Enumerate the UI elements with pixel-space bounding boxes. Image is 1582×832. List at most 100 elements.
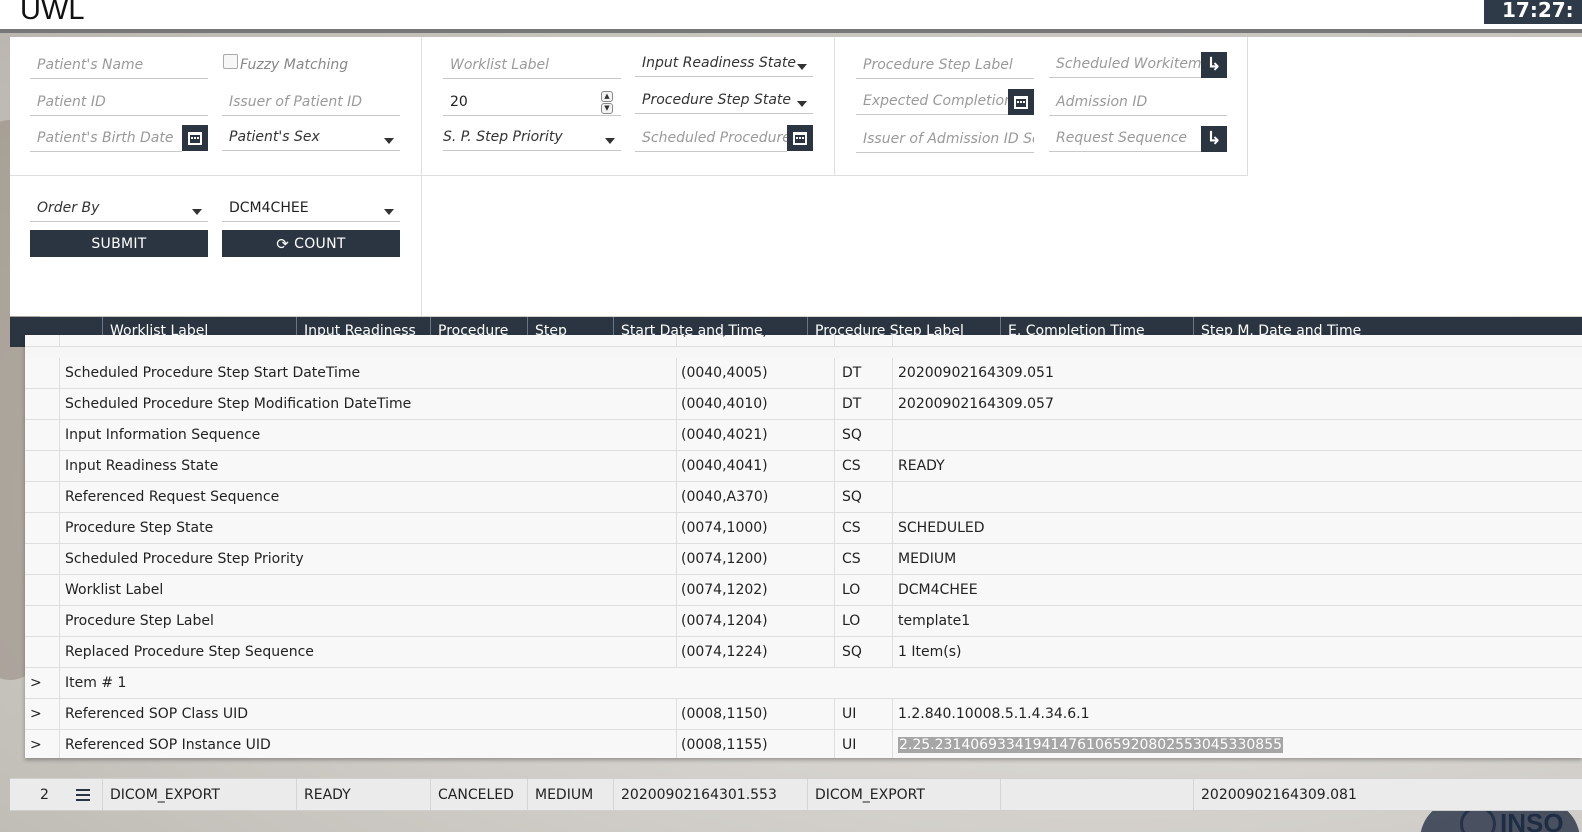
count-button[interactable]: ⟳ COUNT [222, 230, 400, 257]
patient-sex-label: Patient's Sex [229, 129, 320, 145]
patient-sex-select[interactable]: Patient's Sex [222, 125, 400, 151]
procedure-step-state-select[interactable]: Procedure Step State [635, 88, 813, 114]
submit-button[interactable]: SUBMIT [30, 230, 208, 257]
expand-toggle[interactable]: > [25, 699, 60, 730]
input-readiness-select[interactable]: Input Readiness State [635, 51, 813, 77]
calendar-button[interactable] [1008, 89, 1034, 115]
expected-completion-input[interactable]: Expected Completion D [856, 89, 1008, 115]
attribute-name: Procedure Step Label [60, 606, 677, 637]
expand-toggle[interactable] [25, 544, 60, 575]
attribute-tag: (0008,1155) [677, 730, 835, 758]
aet-select[interactable]: DCM4CHEE [222, 196, 400, 222]
caret-down-icon [384, 138, 394, 144]
cell-procedure-step-label: DICOM_EXPORT [807, 779, 1000, 810]
expand-toggle[interactable] [25, 358, 60, 389]
attribute-row: > Referenced SOP Class UID (0008,1150) U… [25, 699, 1582, 730]
attribute-row: Input Readiness State (0040,4041) CS REA… [25, 451, 1582, 482]
attribute-value: DCM4CHEE [898, 582, 978, 598]
attribute-tag: (0040,4041) [677, 451, 835, 482]
attribute-row: Procedure Step Label (0074,1204) LO temp… [25, 606, 1582, 637]
row-menu-button[interactable] [66, 779, 102, 810]
attribute-name: Scheduled Procedure Step Start DateTime [60, 358, 677, 389]
request-sequence-input[interactable]: Request Sequence [1049, 126, 1201, 152]
calendar-icon [793, 131, 807, 145]
attribute-row-item: > Item # 1 [25, 668, 1582, 699]
attribute-row: Worklist Label (0074,1202) LO DCM4CHEE [25, 575, 1582, 606]
expand-toggle[interactable] [25, 451, 60, 482]
table-row[interactable]: 2 DICOM_EXPORT READY CANCELED MEDIUM 202… [10, 778, 1582, 811]
attribute-vr: CS [835, 451, 893, 482]
spin-up-icon[interactable]: ▲ [601, 91, 613, 102]
cell-start-date-time: 20200902164301.553 [613, 779, 807, 810]
issuer-admission-id-input[interactable]: Issuer of Admission ID Seq [856, 127, 1034, 153]
expand-toggle[interactable]: > [25, 668, 60, 699]
order-by-select[interactable]: Order By [30, 196, 208, 222]
order-by-label: Order By [37, 200, 100, 216]
attribute-tag: (0074,1202) [677, 575, 835, 606]
attribute-name: Referenced SOP Instance UID [60, 730, 677, 758]
procedure-step-label-input[interactable]: Procedure Step Label [856, 53, 1034, 79]
spin-down-icon[interactable]: ▼ [601, 103, 613, 114]
aet-value: DCM4CHEE [229, 200, 309, 216]
scheduled-workitem-button[interactable]: ↳ [1201, 52, 1227, 78]
attribute-value: 20200902164309.057 [898, 396, 1054, 412]
count-label: COUNT [294, 235, 346, 252]
attribute-tag: (0008,1150) [677, 699, 835, 730]
patient-id-input[interactable]: Patient ID [30, 90, 208, 116]
issuer-patient-id-input[interactable]: Issuer of Patient ID [222, 90, 400, 116]
attribute-row: Patient's Sex (0010,0040) CS M [25, 335, 1582, 347]
sps-priority-label: S. P. Step Priority [443, 129, 563, 145]
attribute-tag: (0074,1204) [677, 606, 835, 637]
attribute-vr: CS [835, 544, 893, 575]
fuzzy-matching-checkbox[interactable] [223, 54, 238, 69]
expand-toggle[interactable] [25, 420, 60, 451]
attribute-tag: (0040,A370) [677, 482, 835, 513]
expand-toggle[interactable] [25, 389, 60, 420]
attribute-name: Scheduled Procedure Step Priority [60, 544, 677, 575]
expand-toggle[interactable] [25, 513, 60, 544]
calendar-button[interactable] [182, 125, 208, 151]
expand-toggle[interactable] [25, 606, 60, 637]
request-sequence-button[interactable]: ↳ [1201, 126, 1227, 152]
cell-step: MEDIUM [527, 779, 613, 810]
clock: 17:27: [1484, 0, 1582, 24]
attribute-value: M [893, 335, 1582, 346]
worklist-label-input[interactable]: Worklist Label [443, 53, 621, 79]
attribute-row: Scheduled Procedure Step Priority (0074,… [25, 544, 1582, 575]
attribute-vr: CS [835, 335, 893, 346]
attribute-vr: LO [835, 606, 893, 637]
attribute-vr: UI [835, 699, 893, 730]
scheduled-procedure-date-input[interactable]: Scheduled Procedure S [635, 126, 787, 152]
expand-toggle[interactable] [25, 575, 60, 606]
birth-date-input[interactable]: Patient's Birth Date [30, 126, 182, 152]
limit-spinner[interactable]: ▲ ▼ [601, 90, 613, 116]
top-bar: UWL 17:27: [0, 0, 1582, 33]
attribute-tag: (0074,1224) [677, 637, 835, 668]
attribute-vr: CS [835, 513, 893, 544]
expand-toggle[interactable]: > [25, 730, 60, 758]
attribute-value: 1 Item(s) [898, 644, 962, 660]
expand-toggle[interactable] [25, 482, 60, 513]
attribute-row: Replaced Procedure Step Sequence (0074,1… [25, 637, 1582, 668]
cell-procedure: CANCELED [430, 779, 527, 810]
attribute-value: 20200902164309.051 [898, 365, 1054, 381]
attribute-vr: LO [835, 575, 893, 606]
expand-toggle[interactable] [25, 335, 60, 346]
attribute-value: READY [898, 458, 945, 474]
sps-priority-select[interactable]: S. P. Step Priority [443, 125, 621, 151]
attribute-value: SCHEDULED [898, 520, 985, 536]
expand-toggle[interactable] [25, 637, 60, 668]
attribute-name: Item # 1 [65, 675, 127, 691]
scheduled-workitem-input[interactable]: Scheduled Workitem [1049, 52, 1201, 78]
attribute-tag: (0074,1000) [677, 513, 835, 544]
attributes-panel: Patient's Sex (0010,0040) CS M Scheduled… [25, 335, 1582, 758]
admission-id-input[interactable]: Admission ID [1049, 90, 1227, 116]
attribute-value: template1 [898, 613, 971, 629]
calendar-button[interactable] [787, 125, 813, 151]
limit-input[interactable]: 20 [443, 90, 621, 116]
patient-name-input[interactable]: Patient's Name [30, 53, 208, 79]
selected-text[interactable]: 2.25.23140693341941476106592080255304533… [898, 737, 1284, 753]
attribute-value: 1.2.840.10008.5.1.4.34.6.1 [898, 706, 1090, 722]
attribute-value [893, 482, 1582, 513]
attribute-tag: (0040,4010) [677, 389, 835, 420]
